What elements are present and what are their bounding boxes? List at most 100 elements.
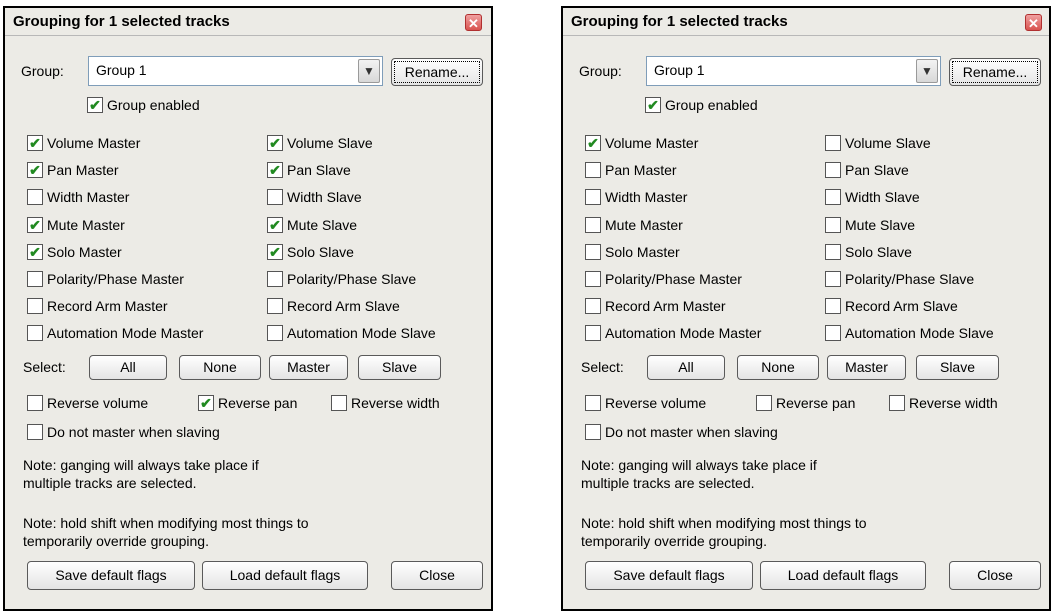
flag-mute-master-checkbox-label: Mute Master: [47, 217, 125, 233]
title-divider: [5, 35, 491, 36]
flag-width-slave-checkbox-label: Width Slave: [845, 189, 920, 205]
flag-polarity-phase-slave-checkbox-box[interactable]: [825, 271, 841, 287]
flag-automation-mode-slave-checkbox-label: Automation Mode Slave: [287, 325, 436, 341]
flag-automation-mode-master-checkbox-box[interactable]: [585, 325, 601, 341]
select-none-button[interactable]: None: [179, 355, 261, 380]
flag-solo-slave-checkbox-box[interactable]: [825, 244, 841, 260]
flag-record-arm-slave-checkbox-box[interactable]: [825, 298, 841, 314]
close-icon[interactable]: ✕: [1025, 14, 1042, 31]
flag-solo-master-checkbox-box[interactable]: [585, 244, 601, 260]
reverse-width-checkbox-box[interactable]: [889, 395, 905, 411]
save-default-flags-button[interactable]: Save default flags: [27, 561, 195, 590]
save-default-flags-button[interactable]: Save default flags: [585, 561, 753, 590]
flag-volume-slave-checkbox-label: Volume Slave: [845, 135, 931, 151]
flag-automation-mode-slave-checkbox-box[interactable]: [267, 325, 283, 341]
flag-volume-slave-checkbox-box[interactable]: [825, 135, 841, 151]
flag-record-arm-slave-checkbox-box[interactable]: [267, 298, 283, 314]
flag-record-arm-master-checkbox-box[interactable]: [27, 298, 43, 314]
flag-automation-mode-master-checkbox-box[interactable]: [27, 325, 43, 341]
flag-mute-slave-checkbox-box[interactable]: [825, 217, 841, 233]
flag-polarity-phase-slave-checkbox-box[interactable]: [267, 271, 283, 287]
flag-polarity-phase-master-checkbox-label: Polarity/Phase Master: [605, 271, 742, 287]
no-master-when-slaving-checkbox-label: Do not master when slaving: [47, 424, 220, 440]
reverse-width-checkbox-label: Reverse width: [351, 395, 440, 411]
rename-button[interactable]: Rename...: [391, 58, 483, 86]
group-label: Group:: [21, 63, 64, 79]
flag-width-master-checkbox-box[interactable]: [27, 189, 43, 205]
flag-volume-master-checkbox-box[interactable]: ✔: [585, 135, 601, 151]
group-select[interactable]: Group 1 ▼: [88, 56, 383, 86]
flag-pan-master-checkbox-box[interactable]: ✔: [27, 162, 43, 178]
grouping-dialog-left: Grouping for 1 selected tracks ✕ Group: Gro…: [3, 6, 493, 611]
flag-polarity-phase-slave-checkbox-label: Polarity/Phase Slave: [845, 271, 975, 287]
shift-note-line-1: Note: hold shift when modifying most thi…: [23, 515, 309, 531]
flag-solo-slave-checkbox-label: Solo Slave: [845, 244, 912, 260]
shift-note: Note: hold shift when modifying most thi…: [581, 514, 867, 550]
flag-width-slave-checkbox-box[interactable]: [825, 189, 841, 205]
flag-polarity-phase-master-checkbox-box[interactable]: [27, 271, 43, 287]
reverse-pan-checkbox-box[interactable]: ✔: [198, 395, 214, 411]
flag-width-slave-checkbox-box[interactable]: [267, 189, 283, 205]
title-bar[interactable]: Grouping for 1 selected tracks ✕: [563, 8, 1049, 34]
flag-mute-slave-checkbox-label: Mute Slave: [287, 217, 358, 233]
select-slave-button[interactable]: Slave: [358, 355, 441, 380]
reverse-volume-checkbox-box[interactable]: [585, 395, 601, 411]
select-none-button[interactable]: None: [737, 355, 819, 380]
ganging-note-line-2: multiple tracks are selected.: [23, 475, 197, 491]
flag-volume-slave-checkbox-box[interactable]: ✔: [267, 135, 283, 151]
chevron-down-icon[interactable]: ▼: [916, 59, 938, 83]
select-slave-button[interactable]: Slave: [916, 355, 999, 380]
flag-polarity-phase-master-checkbox-label: Polarity/Phase Master: [47, 271, 184, 287]
flag-mute-slave-checkbox-label: Mute Slave: [845, 217, 916, 233]
flag-record-arm-master-checkbox-box[interactable]: [585, 298, 601, 314]
flag-volume-master-checkbox-label: Volume Master: [47, 135, 141, 151]
flag-automation-mode-slave-checkbox-box[interactable]: [825, 325, 841, 341]
flag-volume-master-checkbox-box[interactable]: ✔: [27, 135, 43, 151]
flag-mute-slave-checkbox-box[interactable]: ✔: [267, 217, 283, 233]
flag-pan-slave-checkbox-box[interactable]: [825, 162, 841, 178]
reverse-volume-checkbox-box[interactable]: [27, 395, 43, 411]
close-button[interactable]: Close: [391, 561, 483, 590]
flag-solo-slave-checkbox-box[interactable]: ✔: [267, 244, 283, 260]
flag-volume-slave-checkbox-label: Volume Slave: [287, 135, 373, 151]
select-label: Select:: [581, 359, 624, 375]
flag-pan-slave-checkbox-box[interactable]: ✔: [267, 162, 283, 178]
load-default-flags-button[interactable]: Load default flags: [760, 561, 926, 590]
close-icon[interactable]: ✕: [465, 14, 482, 31]
rename-button[interactable]: Rename...: [949, 58, 1041, 86]
title-bar[interactable]: Grouping for 1 selected tracks ✕: [5, 8, 491, 34]
flag-mute-master-checkbox-label: Mute Master: [605, 217, 683, 233]
group-select[interactable]: Group 1 ▼: [646, 56, 941, 86]
select-all-button[interactable]: All: [89, 355, 167, 380]
flag-pan-master-checkbox-box[interactable]: [585, 162, 601, 178]
no-master-when-slaving-checkbox-box[interactable]: [585, 424, 601, 440]
dialog-title: Grouping for 1 selected tracks: [571, 13, 788, 30]
ganging-note-line-1: Note: ganging will always take place if: [23, 457, 259, 473]
select-all-button[interactable]: All: [647, 355, 725, 380]
flag-mute-master-checkbox-box[interactable]: [585, 217, 601, 233]
flag-pan-slave-checkbox-label: Pan Slave: [845, 162, 909, 178]
shift-note-line-2: temporarily override grouping.: [581, 533, 767, 549]
flag-polarity-phase-master-checkbox-box[interactable]: [585, 271, 601, 287]
flag-automation-mode-master-checkbox-label: Automation Mode Master: [605, 325, 762, 341]
reverse-volume-checkbox-label: Reverse volume: [47, 395, 149, 411]
group-enabled-checkbox-box[interactable]: ✔: [87, 97, 103, 113]
flag-solo-master-checkbox-box[interactable]: ✔: [27, 244, 43, 260]
flag-width-slave-checkbox-label: Width Slave: [287, 189, 362, 205]
load-default-flags-button[interactable]: Load default flags: [202, 561, 368, 590]
flag-solo-slave-checkbox-label: Solo Slave: [287, 244, 354, 260]
select-master-button[interactable]: Master: [269, 355, 348, 380]
select-master-button[interactable]: Master: [827, 355, 906, 380]
flag-width-master-checkbox-box[interactable]: [585, 189, 601, 205]
no-master-when-slaving-checkbox-box[interactable]: [27, 424, 43, 440]
flag-mute-master-checkbox-box[interactable]: ✔: [27, 217, 43, 233]
flag-pan-master-checkbox-label: Pan Master: [47, 162, 119, 178]
reverse-pan-checkbox-box[interactable]: [756, 395, 772, 411]
chevron-down-icon[interactable]: ▼: [358, 59, 380, 83]
close-button[interactable]: Close: [949, 561, 1041, 590]
reverse-width-checkbox-box[interactable]: [331, 395, 347, 411]
reverse-pan-checkbox-label: Reverse pan: [776, 395, 856, 411]
title-divider: [563, 35, 1049, 36]
group-enabled-checkbox-box[interactable]: ✔: [645, 97, 661, 113]
shift-note-line-1: Note: hold shift when modifying most thi…: [581, 515, 867, 531]
